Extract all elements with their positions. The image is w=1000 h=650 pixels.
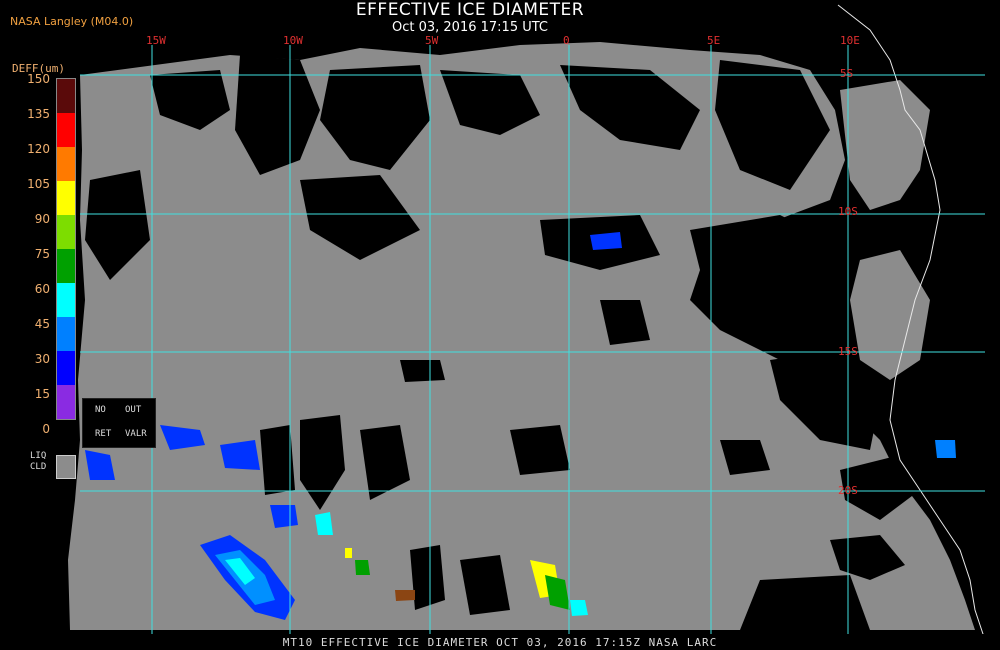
legend-valr: VALR [125,429,147,439]
scale-swatch [57,79,75,113]
lon-label-0: 0 [563,34,570,47]
color-scale-bar [56,78,76,420]
scale-tick-label: 45 [34,317,50,331]
scale-swatch [57,351,75,385]
lon-label-10e: 10E [840,34,860,47]
lat-label-10s: 10S [838,205,858,218]
scale-swatch [57,181,75,215]
lon-label-15w: 15W [146,34,166,47]
scale-tick-label: 135 [27,107,50,121]
scale-tick-label: 120 [27,142,50,156]
liquid-cloud-swatch [56,455,76,479]
satellite-map [0,0,1000,650]
scale-tick-label: 90 [34,212,50,226]
legend-out: OUT [125,405,142,415]
legend-no: NO [95,405,106,415]
lon-label-5w: 5W [425,34,439,47]
lat-label-5s: 5S [840,67,854,80]
scale-swatch [57,215,75,249]
scale-swatch [57,113,75,147]
scale-tick-label: 30 [34,352,50,366]
scale-tick-label: 0 [42,422,50,436]
liq-label-bottom: CLD [30,462,47,472]
scale-swatch [57,317,75,351]
scale-tick-label: 75 [34,247,50,261]
scale-swatch [57,249,75,283]
liq-label-top: LIQ [30,451,47,461]
scale-swatch [57,283,75,317]
map-subtitle: Oct 03, 2016 17:15 UTC [392,20,548,35]
liquid-cloud-label: LIQ CLD [30,451,46,473]
scale-swatch [57,385,75,419]
missing-data-legend: NO OUT RET VALR [82,398,156,448]
lat-label-20s: 20S [838,484,858,497]
lon-label-10w: 10W [283,34,303,47]
footer-caption: MT10 EFFECTIVE ICE DIAMETER OCT 03, 2016… [282,636,718,649]
scale-tick-label: 60 [34,282,50,296]
map-title: EFFECTIVE ICE DIAMETER [355,0,585,20]
scale-tick-label: 15 [34,387,50,401]
scale-tick-label: 150 [27,72,50,86]
scale-swatch [57,147,75,181]
scale-tick-label: 105 [27,177,50,191]
legend-ret: RET [95,429,112,439]
lat-label-15s: 15S [838,345,858,358]
lon-label-5e: 5E [707,34,721,47]
agency-label: NASA Langley (M04.0) [10,15,134,28]
